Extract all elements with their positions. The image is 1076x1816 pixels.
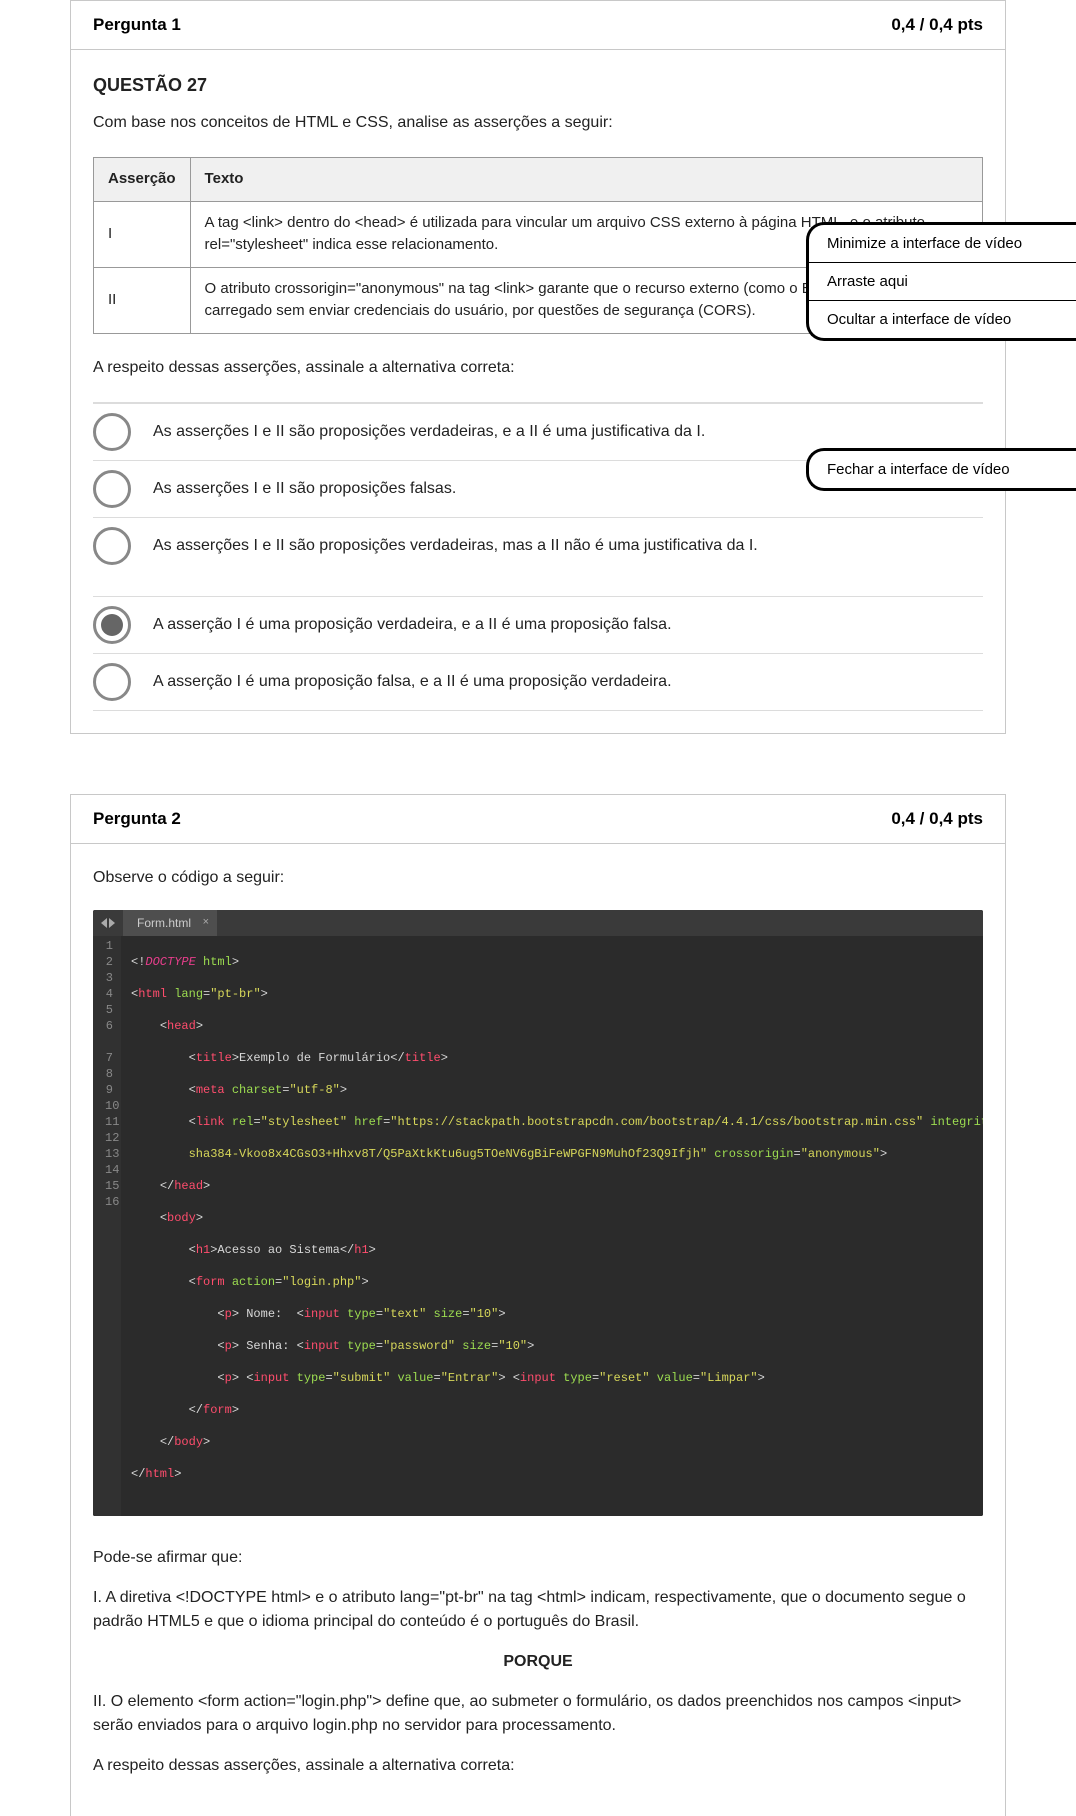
option-5-text: A asserção I é uma proposição falsa, e a… bbox=[153, 670, 672, 694]
option-1-text: As asserções I e II são proposições verd… bbox=[153, 420, 705, 444]
assertion-II-label: II bbox=[94, 267, 191, 333]
editor-tab[interactable]: Form.html × bbox=[123, 910, 217, 936]
question-2-header: Pergunta 2 0,4 / 0,4 pts bbox=[71, 795, 1005, 844]
drag-video[interactable]: Arraste aqui bbox=[809, 262, 1076, 300]
hide-video[interactable]: Ocultar a interface de vídeo bbox=[809, 300, 1076, 338]
next-tab-icon[interactable] bbox=[109, 918, 115, 928]
code-content: <!DOCTYPE html> <html lang="pt-br"> <hea… bbox=[121, 936, 983, 1516]
tab-label: Form.html bbox=[137, 916, 191, 930]
after-lead: Pode-se afirmar que: bbox=[93, 1546, 983, 1570]
close-icon[interactable]: × bbox=[203, 914, 209, 931]
line-gutter: 123456 7891011 1213141516 bbox=[93, 936, 121, 1516]
code-editor: Form.html × 123456 7891011 1213141516 <!… bbox=[93, 910, 983, 1516]
assertion-II: II. O elemento <form action="login.php">… bbox=[93, 1690, 983, 1738]
porque: PORQUE bbox=[93, 1650, 983, 1674]
close-video-popup[interactable]: Fechar a interface de vídeo bbox=[806, 448, 1076, 491]
radio-icon bbox=[93, 606, 131, 644]
question-2-intro: Observe o código a seguir: bbox=[93, 866, 983, 890]
tab-nav bbox=[93, 918, 123, 928]
question-1-header: Pergunta 1 0,4 / 0,4 pts bbox=[71, 1, 1005, 50]
editor-tabbar: Form.html × bbox=[93, 910, 983, 936]
code-area: 123456 7891011 1213141516 <!DOCTYPE html… bbox=[93, 936, 983, 1516]
radio-icon bbox=[93, 413, 131, 451]
question-1-linker: A respeito dessas asserções, assinale a … bbox=[93, 356, 983, 380]
option-3-text: As asserções I e II são proposições verd… bbox=[153, 534, 758, 558]
radio-icon bbox=[93, 527, 131, 565]
option-2-text: As asserções I e II são proposições fals… bbox=[153, 477, 456, 501]
option-5[interactable]: A asserção I é uma proposição falsa, e a… bbox=[93, 653, 983, 711]
assertion-I-label: I bbox=[94, 201, 191, 267]
question-2-points: 0,4 / 0,4 pts bbox=[891, 809, 983, 829]
option-3[interactable]: As asserções I e II são proposições verd… bbox=[93, 517, 983, 574]
option-4[interactable]: A asserção I é uma proposição verdadeira… bbox=[93, 596, 983, 653]
assertion-I: I. A diretiva <!DOCTYPE html> e o atribu… bbox=[93, 1586, 983, 1634]
after-linker: A respeito dessas asserções, assinale a … bbox=[93, 1754, 983, 1778]
question-1-points: 0,4 / 0,4 pts bbox=[891, 15, 983, 35]
col-text: Texto bbox=[190, 158, 982, 202]
option-4-text: A asserção I é uma proposição verdadeira… bbox=[153, 613, 672, 637]
question-1-card: Pergunta 1 0,4 / 0,4 pts QUESTÃO 27 Com … bbox=[70, 0, 1006, 734]
question-2-card: Pergunta 2 0,4 / 0,4 pts Observe o códig… bbox=[70, 794, 1006, 1816]
question-2-title: Pergunta 2 bbox=[93, 809, 181, 829]
question-1-title: Pergunta 1 bbox=[93, 15, 181, 35]
question-1-heading: QUESTÃO 27 bbox=[93, 72, 983, 99]
col-label: Asserção bbox=[94, 158, 191, 202]
radio-icon bbox=[93, 663, 131, 701]
minimize-video[interactable]: Minimize a interface de vídeo bbox=[809, 225, 1076, 262]
video-interface-popup: Minimize a interface de vídeo Arraste aq… bbox=[806, 222, 1076, 341]
radio-icon bbox=[93, 470, 131, 508]
prev-tab-icon[interactable] bbox=[101, 918, 107, 928]
question-1-intro: Com base nos conceitos de HTML e CSS, an… bbox=[93, 111, 983, 135]
